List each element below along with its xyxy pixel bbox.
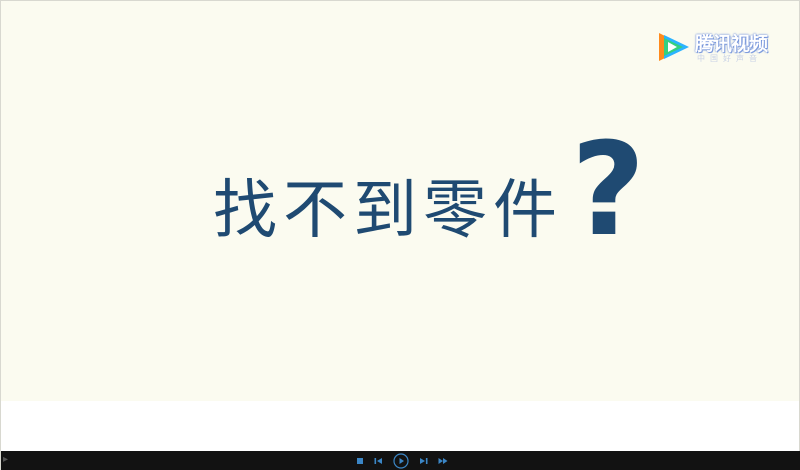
fast-forward-icon[interactable] xyxy=(438,457,448,465)
video-content[interactable]: 腾讯视频 中国好声音 找不到零件 ? xyxy=(1,1,799,401)
previous-icon[interactable] xyxy=(374,457,383,465)
video-frame: 腾讯视频 中国好声音 找不到零件 ? ▸ xyxy=(0,0,800,470)
tencent-video-logo-icon xyxy=(659,33,689,61)
slide-headline: 找不到零件 xyxy=(213,174,563,248)
left-indicator: ▸ xyxy=(3,454,9,465)
watermark-subtitle: 中国好声音 xyxy=(697,54,762,63)
next-icon[interactable] xyxy=(419,457,428,465)
question-mark: ? xyxy=(571,116,646,265)
tencent-video-watermark: 腾讯视频 中国好声音 xyxy=(653,27,778,69)
stop-icon[interactable] xyxy=(356,457,364,465)
playback-controls xyxy=(356,451,448,470)
watermark-brand: 腾讯视频 xyxy=(695,33,768,55)
letterbox-area xyxy=(1,401,799,451)
play-pause-icon[interactable] xyxy=(393,453,409,469)
player-control-bar: ▸ xyxy=(1,451,800,470)
